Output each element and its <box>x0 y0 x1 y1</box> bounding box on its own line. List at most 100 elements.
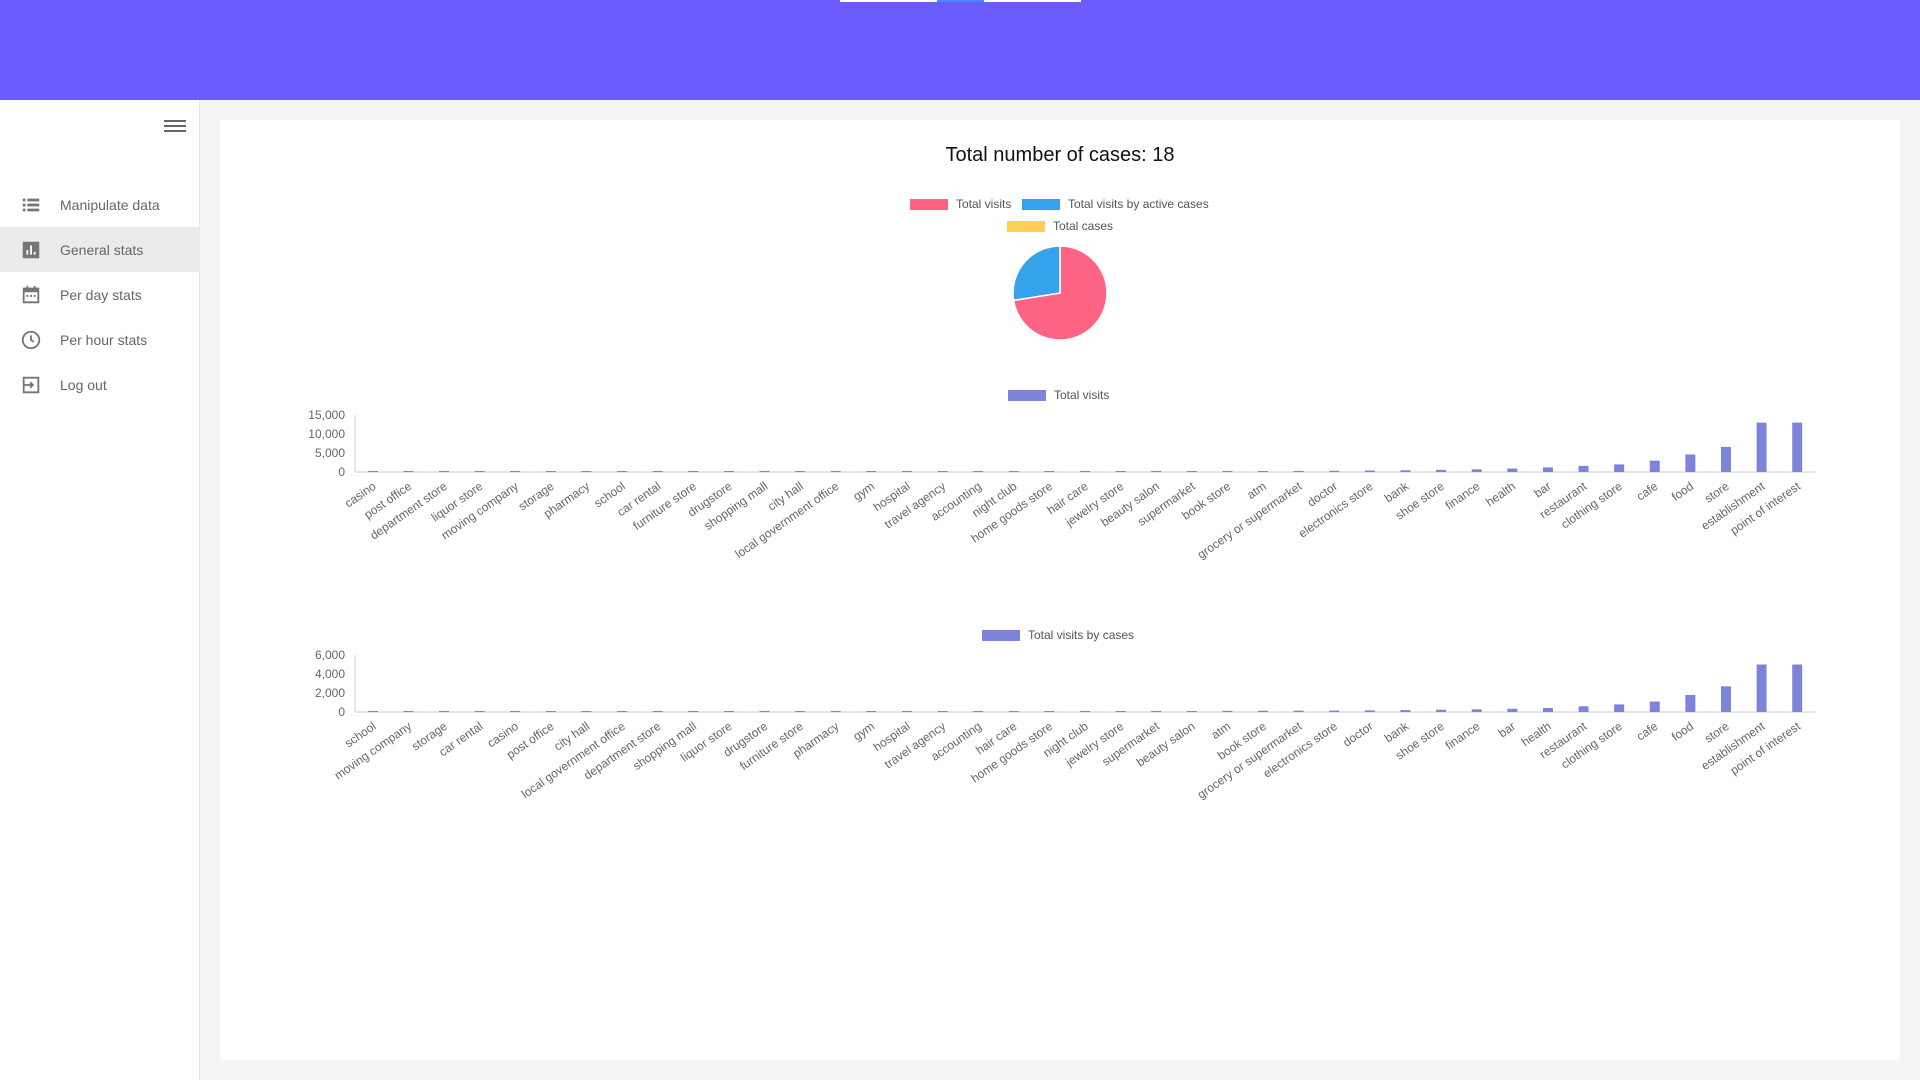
bar[interactable] <box>1471 709 1482 712</box>
bar[interactable] <box>1044 711 1055 712</box>
bar[interactable] <box>367 711 378 712</box>
bar[interactable] <box>1008 471 1019 472</box>
bar[interactable] <box>1471 469 1482 472</box>
bar[interactable] <box>1044 471 1055 472</box>
bar[interactable] <box>474 471 485 472</box>
bar[interactable] <box>1293 710 1304 712</box>
bar[interactable] <box>973 471 984 472</box>
bar[interactable] <box>1436 469 1447 472</box>
legend-label: Total visits by active cases <box>1068 197 1209 211</box>
bar[interactable] <box>1507 468 1518 472</box>
sidebar-item-per-hour-stats[interactable]: Per hour stats <box>0 317 200 362</box>
bar[interactable] <box>866 471 877 472</box>
bar[interactable] <box>795 711 806 712</box>
y-tick-label: 0 <box>338 465 345 479</box>
bar[interactable] <box>901 471 912 472</box>
bar[interactable] <box>1578 465 1589 472</box>
bar[interactable] <box>1115 471 1126 472</box>
y-tick-label: 10,000 <box>308 427 345 441</box>
bar[interactable] <box>1542 708 1553 712</box>
bar[interactable] <box>723 711 734 712</box>
bar[interactable] <box>1649 460 1660 472</box>
bar[interactable] <box>367 471 378 472</box>
bar[interactable] <box>1115 711 1126 712</box>
bar[interactable] <box>1792 422 1803 472</box>
bar[interactable] <box>973 711 984 712</box>
bar[interactable] <box>403 711 414 712</box>
bar[interactable] <box>830 711 841 712</box>
bar[interactable] <box>617 471 628 472</box>
bar[interactable] <box>545 471 556 472</box>
bar[interactable] <box>1080 471 1090 472</box>
bar[interactable] <box>1756 422 1767 472</box>
bar[interactable] <box>688 711 699 712</box>
bar[interactable] <box>1008 711 1019 712</box>
bar[interactable] <box>1720 446 1731 472</box>
bar[interactable] <box>937 711 948 712</box>
bar[interactable] <box>1400 470 1411 472</box>
hamburger-icon[interactable] <box>164 117 186 135</box>
x-tick-label: finance <box>1443 719 1483 753</box>
bar[interactable] <box>581 711 592 712</box>
bar[interactable] <box>1614 704 1625 712</box>
bar[interactable] <box>795 471 806 472</box>
sidebar-item-manipulate-data[interactable]: Manipulate data <box>0 182 200 227</box>
y-tick-label: 5,000 <box>315 446 345 460</box>
bar[interactable] <box>1329 710 1340 712</box>
bar[interactable] <box>723 471 734 472</box>
bar[interactable] <box>1186 471 1197 472</box>
sidebar-item-general-stats[interactable]: General stats <box>0 227 200 272</box>
bar[interactable] <box>901 711 912 712</box>
bar[interactable] <box>1614 464 1625 472</box>
bar[interactable] <box>1258 710 1269 712</box>
bar[interactable] <box>1222 471 1233 472</box>
bar[interactable] <box>1293 470 1304 472</box>
bar[interactable] <box>1542 467 1553 472</box>
legend-item-total-visits[interactable]: Total visits <box>910 197 1011 211</box>
bar[interactable] <box>1151 711 1162 712</box>
bar[interactable] <box>439 711 450 712</box>
bar[interactable] <box>510 711 521 712</box>
x-tick-label: gym <box>850 479 877 503</box>
bar[interactable] <box>1080 711 1090 712</box>
bar[interactable] <box>1507 708 1518 712</box>
sidebar-item-log-out[interactable]: Log out <box>0 362 200 407</box>
bar[interactable] <box>403 471 414 472</box>
bar[interactable] <box>1649 701 1660 712</box>
legend-item-total-visits-by-active-cases[interactable]: Total visits by active cases <box>1022 197 1209 211</box>
bar[interactable] <box>652 711 663 712</box>
bar[interactable] <box>581 471 592 472</box>
bar[interactable] <box>866 711 877 712</box>
bar[interactable] <box>617 711 628 712</box>
bar[interactable] <box>1436 709 1447 712</box>
bar[interactable] <box>1222 710 1233 712</box>
bar[interactable] <box>937 471 948 472</box>
legend-item-total-cases[interactable]: Total cases <box>1007 219 1113 233</box>
bar[interactable] <box>1364 710 1375 712</box>
clock-icon <box>21 330 41 349</box>
bar[interactable] <box>1578 706 1589 712</box>
pie-slice[interactable] <box>1012 245 1061 302</box>
bar[interactable] <box>1685 454 1696 472</box>
bar[interactable] <box>545 711 556 712</box>
bar[interactable] <box>830 471 841 472</box>
bar[interactable] <box>474 711 485 712</box>
bar[interactable] <box>1792 664 1803 713</box>
bar[interactable] <box>759 711 770 712</box>
bar[interactable] <box>1364 470 1375 472</box>
bar[interactable] <box>688 471 699 472</box>
bar[interactable] <box>1186 710 1197 712</box>
bar[interactable] <box>1258 471 1269 472</box>
bar[interactable] <box>1720 686 1731 712</box>
bar[interactable] <box>1685 694 1696 712</box>
bar[interactable] <box>1151 471 1162 472</box>
bar[interactable] <box>510 471 521 472</box>
sidebar-item-per-day-stats[interactable]: Per day stats <box>0 272 200 317</box>
bar[interactable] <box>1329 470 1340 472</box>
sidebar-item-label: Per day stats <box>60 286 142 303</box>
bar[interactable] <box>759 471 770 472</box>
bar[interactable] <box>439 471 450 472</box>
bar[interactable] <box>1756 664 1767 713</box>
bar[interactable] <box>652 471 663 472</box>
bar[interactable] <box>1400 710 1411 712</box>
